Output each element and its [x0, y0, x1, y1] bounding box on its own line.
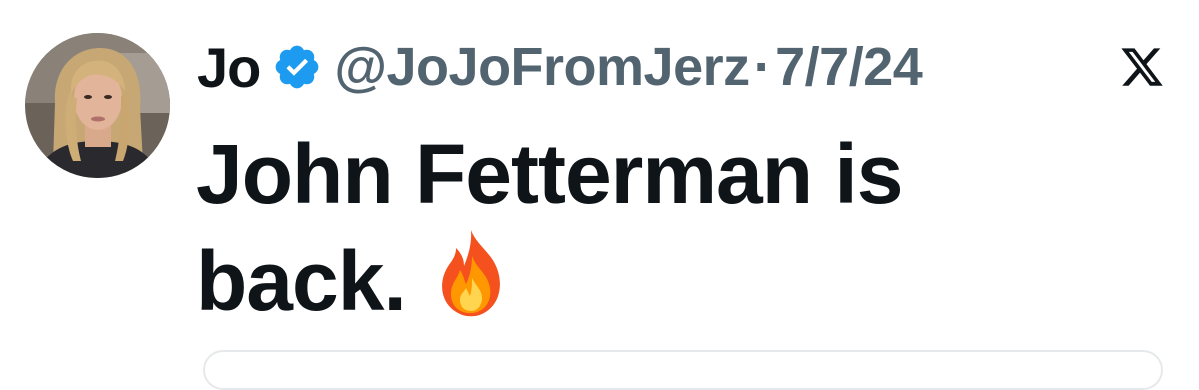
tweet-body: John Fetterman is back. — [196, 127, 903, 328]
author-handle[interactable]: @JoJoFromJerz — [334, 36, 750, 98]
fire-emoji-icon — [432, 226, 510, 318]
avatar[interactable] — [25, 33, 170, 178]
x-logo-icon[interactable] — [1118, 44, 1166, 90]
verified-badge-icon — [272, 42, 322, 92]
profile-photo — [25, 33, 170, 178]
author-name[interactable]: Jo — [197, 35, 261, 100]
embedded-card[interactable] — [203, 350, 1163, 390]
separator-dot: · — [753, 37, 772, 97]
tweet-date[interactable]: 7/7/24 — [775, 36, 923, 98]
tweet-header: Jo @JoJoFromJerz · 7/7/24 — [197, 32, 923, 102]
tweet-text: John Fetterman is back. — [196, 122, 1096, 333]
